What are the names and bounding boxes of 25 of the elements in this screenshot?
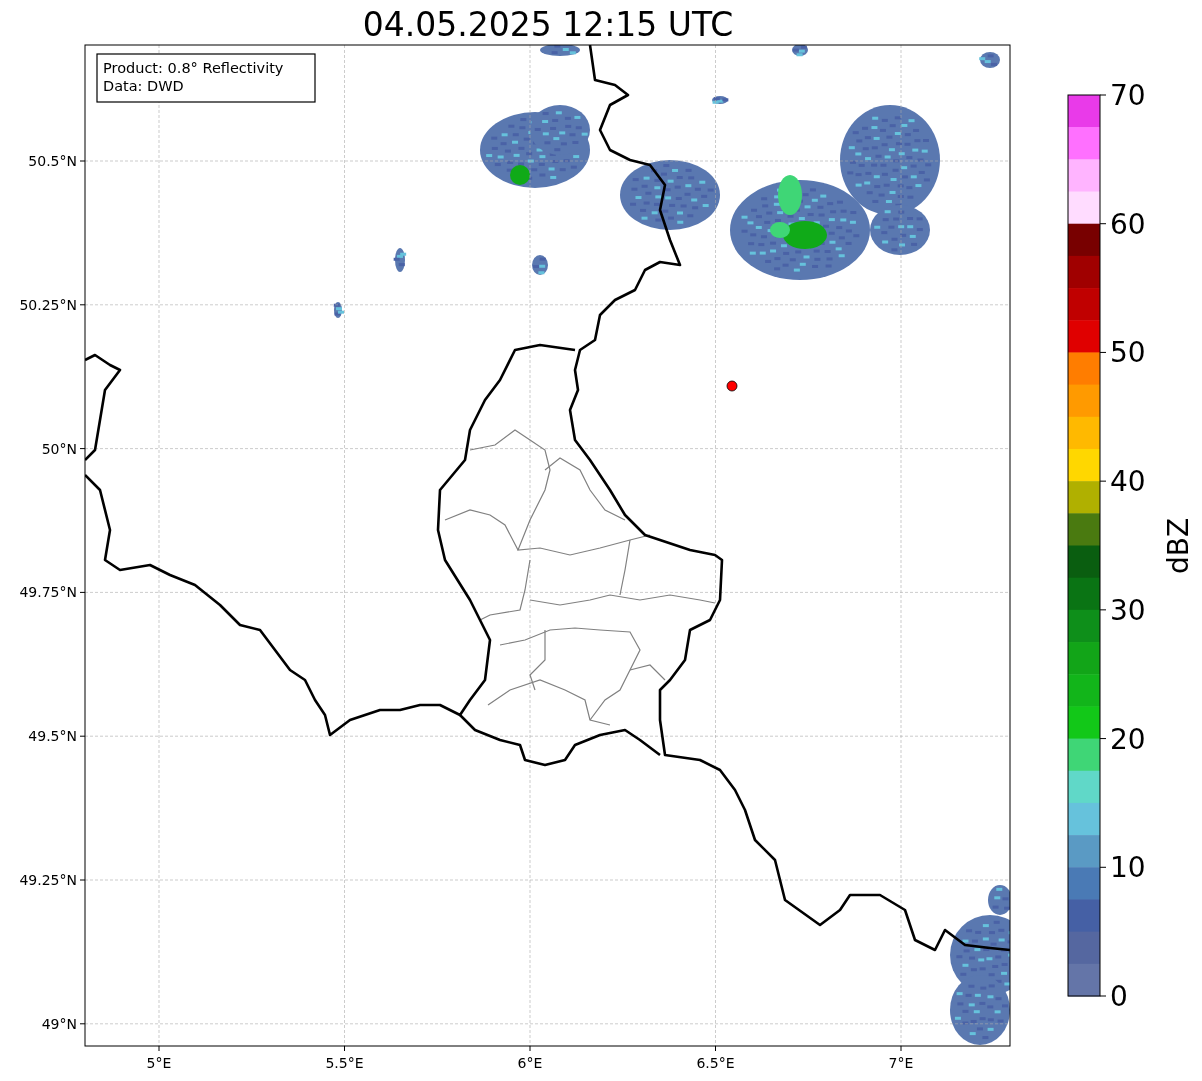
axis-tick-label: 5°E <box>146 1055 172 1071</box>
colorbar-tick-label: 50 <box>1110 336 1146 370</box>
axis-tick-label: 50°N <box>41 440 77 457</box>
colorbar-tick-label: 70 <box>1110 79 1146 112</box>
axis-tick-label: 5.5°E <box>325 1055 364 1071</box>
axis-tick-label: 6°E <box>517 1055 543 1071</box>
colorbar-tick-label: 40 <box>1110 465 1146 499</box>
axis-tick-label: 49.75°N <box>19 584 77 601</box>
axis-tick-label: 7°E <box>888 1055 914 1071</box>
axis-tick-label: 49°N <box>41 1015 77 1032</box>
colorbar-tick-label: 10 <box>1110 851 1146 885</box>
axis-tick-label: 49.5°N <box>28 728 77 745</box>
colorbar-tick-label: 60 <box>1110 207 1146 241</box>
colorbar-label: dBZ <box>1162 517 1195 575</box>
colorbar-tick-label: 20 <box>1110 722 1146 756</box>
axis-tick-label: 50.5°N <box>28 153 77 169</box>
chart-title: 04.05.2025 12:15 UTC <box>362 5 734 44</box>
info-text: Product: 0.8° Reflectivity <box>103 60 284 76</box>
colorbar-tick-label: 0 <box>1110 980 1128 1013</box>
axis-tick-label: 6.5°E <box>696 1055 735 1071</box>
colorbar-tick-label: 30 <box>1110 593 1146 627</box>
axis-tick-label: 50.25°N <box>19 296 77 313</box>
info-text: Data: DWD <box>103 78 184 94</box>
axis-tick-label: 49.25°N <box>19 872 77 888</box>
marker-dot <box>726 380 738 392</box>
